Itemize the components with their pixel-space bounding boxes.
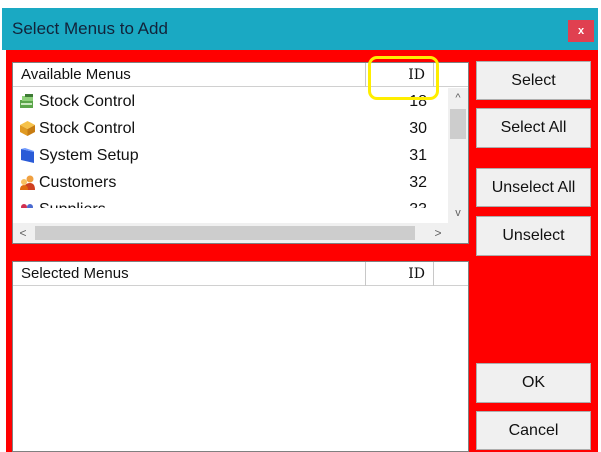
menu-id: 18 (409, 93, 427, 110)
system-setup-icon (21, 148, 34, 163)
menu-id: 31 (409, 147, 427, 164)
list-item[interactable]: Suppliers 33 (13, 196, 438, 208)
menu-label: Suppliers (39, 196, 106, 208)
available-menus-rows: Stock Control 18 Stock Control 30 System… (13, 88, 438, 208)
horizontal-scrollbar[interactable]: < > (13, 223, 448, 243)
suppliers-icon (21, 204, 33, 208)
select-all-button[interactable]: Select All (476, 108, 591, 148)
vertical-scrollbar[interactable]: ^ v (448, 88, 468, 223)
available-menus-list[interactable]: Available Menus ID Stock Control 18 Stoc… (12, 62, 469, 244)
column-header-filler (434, 262, 454, 286)
menu-id: 30 (409, 120, 427, 137)
column-header-id[interactable]: ID (366, 63, 434, 87)
select-menus-dialog: Select Menus to Add x Available Menus ID (0, 0, 601, 452)
scroll-down-arrow[interactable]: v (448, 203, 468, 223)
customers-icon (20, 175, 35, 190)
dialog-title: Select Menus to Add (12, 19, 168, 38)
scroll-left-arrow[interactable]: < (13, 223, 33, 243)
column-header-selected-menus[interactable]: Selected Menus (13, 262, 366, 286)
stock-control-box-icon (20, 121, 35, 136)
menu-id: 32 (409, 174, 427, 191)
list-item[interactable]: Customers 32 (13, 169, 438, 196)
scroll-right-arrow[interactable]: > (428, 223, 448, 243)
dialog-body: Available Menus ID Stock Control 18 Stoc… (6, 50, 598, 452)
selected-menus-list[interactable]: Selected Menus ID (12, 261, 469, 452)
select-button[interactable]: Select (476, 61, 591, 100)
list-item[interactable]: Stock Control 18 (13, 88, 438, 115)
list-item[interactable]: System Setup 31 (13, 142, 438, 169)
scrollbar-corner (448, 223, 468, 243)
menu-label: Stock Control (39, 120, 136, 137)
column-header-id[interactable]: ID (366, 262, 434, 286)
scroll-up-arrow[interactable]: ^ (448, 88, 468, 108)
stock-control-green-icon (20, 94, 33, 108)
menu-id: 33 (366, 196, 434, 208)
menu-label: System Setup (39, 147, 139, 164)
list-item[interactable]: Stock Control 30 (13, 115, 438, 142)
title-bar[interactable]: Select Menus to Add x (2, 8, 598, 50)
cancel-button[interactable]: Cancel (476, 411, 591, 450)
ok-button[interactable]: OK (476, 363, 591, 403)
selected-menus-header: Selected Menus ID (13, 262, 468, 286)
column-header-filler (434, 63, 454, 87)
unselect-button[interactable]: Unselect (476, 216, 591, 256)
menu-label: Customers (39, 174, 117, 191)
column-header-available-menus[interactable]: Available Menus (13, 63, 366, 87)
close-button[interactable]: x (568, 20, 594, 42)
menu-label: Stock Control (39, 93, 136, 110)
vertical-scroll-thumb[interactable] (450, 109, 466, 139)
available-menus-header: Available Menus ID (13, 63, 468, 87)
unselect-all-button[interactable]: Unselect All (476, 168, 591, 207)
horizontal-scroll-thumb[interactable] (35, 226, 415, 240)
